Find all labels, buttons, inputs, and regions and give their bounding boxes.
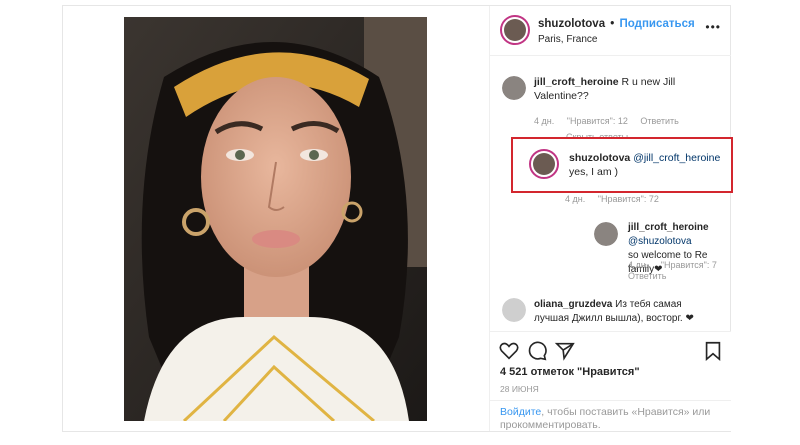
post-sidebar: shuzolotova • Подписаться Paris, France … <box>489 6 731 431</box>
comment-text-line2: лучшая Джилл вышла), восторг. ❤ <box>534 313 694 324</box>
comment-likes[interactable]: "Нравится": 12 <box>567 116 628 126</box>
post-date[interactable]: 28 июня <box>500 384 539 394</box>
avatar[interactable] <box>502 76 526 100</box>
likes-count[interactable]: 4 521 отметок "Нравится" <box>500 366 640 378</box>
reply-age[interactable]: 4 дн. <box>628 260 648 270</box>
post-photo[interactable] <box>124 17 427 421</box>
comment-icon[interactable] <box>526 340 548 362</box>
login-link[interactable]: Войдите <box>500 406 541 418</box>
follow-button[interactable]: Подписаться <box>620 18 695 30</box>
avatar[interactable] <box>502 298 526 322</box>
comment-meta: 4 дн. "Нравится": 12 Ответить <box>534 116 689 126</box>
reply-mention[interactable]: @shuzolotova <box>628 236 692 247</box>
highlighted-reply: shuzolotova @jill_croft_heroine yes, I a… <box>511 137 733 193</box>
reply-meta: 4 дн. "Нравится": 72 <box>565 194 669 204</box>
avatar[interactable] <box>500 15 530 45</box>
comment-username[interactable]: oliana_gruzdeva <box>534 299 612 310</box>
portrait-image <box>124 17 427 421</box>
reply-mention[interactable]: @jill_croft_heroine <box>633 152 720 164</box>
heart-icon[interactable] <box>498 340 520 362</box>
reply-button[interactable]: Ответить <box>628 271 666 281</box>
reply-age[interactable]: 4 дн. <box>565 194 585 204</box>
reply-meta: 4 дн. "Нравится": 7 <box>628 260 727 270</box>
reply-likes[interactable]: "Нравится": 72 <box>598 194 659 204</box>
reply-likes[interactable]: "Нравится": 7 <box>661 260 717 270</box>
reply-username[interactable]: jill_croft_heroine <box>628 222 709 233</box>
more-icon[interactable]: ••• <box>705 20 721 34</box>
post-header: shuzolotova • Подписаться Paris, France … <box>490 6 731 56</box>
post-header-line: shuzolotova • Подписаться <box>538 18 695 30</box>
share-icon[interactable] <box>554 340 576 362</box>
photo-area <box>63 6 489 431</box>
reply-text: yes, I am ) <box>569 166 619 178</box>
reply-button[interactable]: Ответить <box>640 116 678 126</box>
reply-comment: shuzolotova @jill_croft_heroine yes, I a… <box>569 151 729 179</box>
comment: jill_croft_heroine R u new Jill Valentin… <box>534 75 724 103</box>
avatar[interactable] <box>529 149 559 179</box>
author-username[interactable]: shuzolotova <box>538 18 605 30</box>
post-card: shuzolotova • Подписаться Paris, France … <box>62 5 731 432</box>
comment-username[interactable]: jill_croft_heroine <box>534 76 619 88</box>
comment-text: Из тебя самая <box>615 299 682 310</box>
comment-age[interactable]: 4 дн. <box>534 116 554 126</box>
post-actions: 4 521 отметок "Нравится" 28 июня Войдите… <box>490 331 731 431</box>
separator-dot: • <box>610 18 615 30</box>
comment: oliana_gruzdeva Из тебя самая лучшая Джи… <box>534 298 729 326</box>
login-prompt: Войдите, чтобы поставить «Нравится» или … <box>490 400 731 433</box>
bookmark-icon[interactable] <box>702 340 724 362</box>
reply-username[interactable]: shuzolotova <box>569 152 630 164</box>
location-link[interactable]: Paris, France <box>538 34 597 45</box>
comment-text: R u new Jill <box>621 76 676 88</box>
login-text: Войдите, чтобы поставить «Нравится» или … <box>500 406 725 432</box>
comment-text-line2: Valentine?? <box>534 90 589 102</box>
avatar[interactable] <box>594 222 618 246</box>
